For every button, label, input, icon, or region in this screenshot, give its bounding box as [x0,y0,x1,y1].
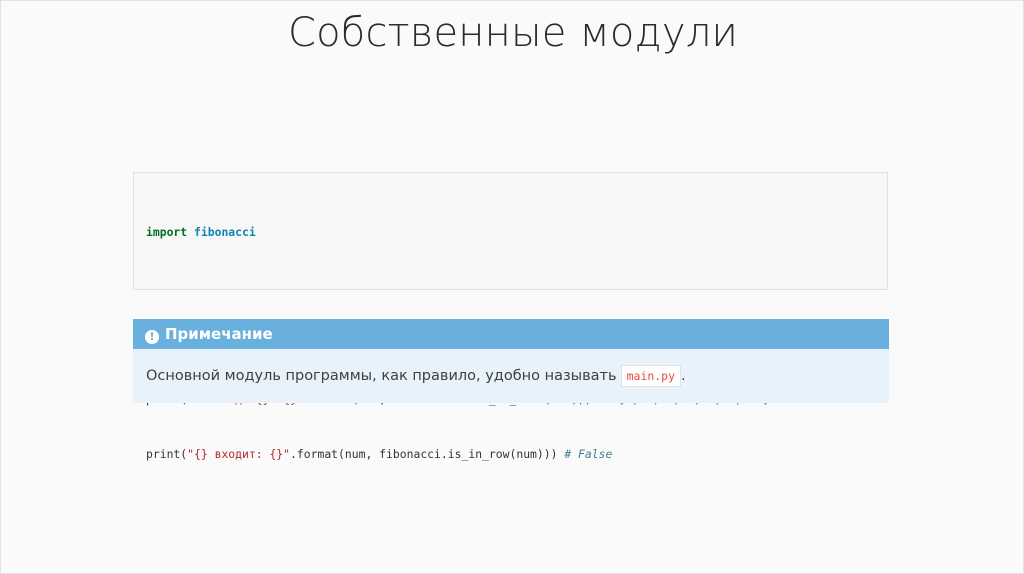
note-body: Основной модуль программы, как правило, … [133,349,889,387]
string-literal: "{} входит: {}" [187,447,291,461]
import-keyword: import [146,225,188,239]
inline-code: main.py [620,365,682,387]
note-title: Примечание [165,325,273,343]
note-admonition: ! Примечание Основной модуль программы, к… [133,319,889,403]
info-icon: ! [145,330,159,344]
slide-title: Собственные модули [287,10,739,56]
slide: Собственные модули import fibonacci num … [0,0,1024,574]
print-call: print( [146,447,188,461]
code-line-1: import fibonacci [146,223,875,242]
module-name: fibonacci [194,225,256,239]
note-title-bar: ! Примечание [133,319,889,349]
code-line-5: print("{} входит: {}".format(num, fibona… [146,445,875,464]
code-comment: # False [564,447,613,461]
note-suffix: . [681,368,686,384]
code-block: import fibonacci num = 20 print("Числа д… [133,172,888,461]
note-text: Основной модуль программы, как правило, … [146,368,617,384]
format-call: .format(num, fibonacci.is_in_row(num))) [290,447,558,461]
